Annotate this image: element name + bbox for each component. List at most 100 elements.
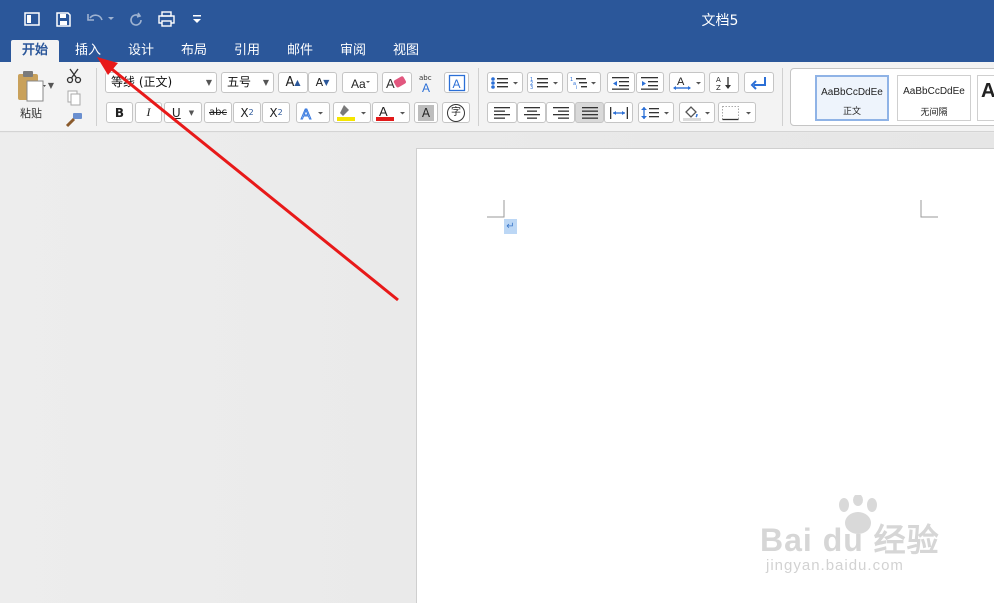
style-sample: AaBbCcDdEe [903, 86, 965, 97]
tab-references[interactable]: 引用 [225, 40, 269, 62]
subscript-button[interactable]: X2 [233, 102, 261, 123]
change-case-button[interactable]: Aa [342, 72, 378, 93]
font-color-button[interactable]: A [372, 102, 410, 123]
character-shading-button[interactable]: A [414, 102, 438, 123]
tab-view[interactable]: 视图 [384, 40, 428, 62]
svg-text:A: A [716, 76, 721, 84]
paragraph-shading-button[interactable] [679, 102, 715, 123]
svg-text:A: A [422, 81, 430, 93]
strikethrough-button[interactable]: abc [204, 102, 232, 123]
tab-layout[interactable]: 布局 [172, 40, 216, 62]
style-sample: A [981, 80, 994, 103]
style-name: 正文 [842, 107, 861, 117]
bold-button[interactable]: B [106, 102, 133, 123]
enclose-characters-button[interactable]: 字 [442, 102, 470, 123]
svg-text:A: A [301, 106, 311, 121]
bullets-button[interactable] [487, 72, 523, 93]
tab-design[interactable]: 设计 [119, 40, 163, 62]
highlight-color-button[interactable] [333, 102, 371, 123]
superscript-button[interactable]: X2 [262, 102, 290, 123]
save-icon[interactable] [53, 9, 73, 29]
style-sample: AaBbCcDdEe [821, 87, 883, 98]
superscript-letter: X [269, 105, 278, 120]
font-name-value: 等线 (正文) [111, 75, 173, 89]
tab-mailings[interactable]: 邮件 [278, 40, 322, 62]
align-left-button[interactable] [487, 102, 517, 123]
customize-toolbar-icon[interactable] [190, 9, 204, 29]
ribbon: ▼ 粘贴 等线 (正文) ▼ 五号 ▼ A ▲ A ▼ Aa A abc A A B I … [0, 62, 994, 132]
copy-icon[interactable] [63, 88, 85, 108]
crop-mark-top-left [487, 200, 505, 218]
chevron-down-icon: ▼ [205, 78, 212, 87]
paste-dropdown-icon[interactable]: ▼ [46, 80, 56, 90]
crop-mark-top-right [920, 200, 938, 218]
format-painter-icon[interactable] [63, 110, 85, 130]
font-color-letter-icon: A [379, 104, 388, 119]
style-normal[interactable]: AaBbCcDdEe 正文 [815, 75, 889, 121]
tab-insert[interactable]: 插入 [66, 40, 110, 62]
watermark: Bai du 经验 jingyan.baidu.com [760, 495, 960, 585]
character-border-button[interactable]: A [444, 72, 469, 93]
tab-review[interactable]: 审阅 [331, 40, 375, 62]
group-separator [478, 68, 479, 126]
numbering-button[interactable]: 123 [527, 72, 563, 93]
style-no-spacing[interactable]: AaBbCcDdEe 无间隔 [897, 75, 971, 121]
italic-button[interactable]: I [135, 102, 162, 123]
svg-text:A: A [452, 77, 460, 91]
style-heading[interactable]: A [977, 75, 994, 121]
styles-gallery: AaBbCcDdEe 正文 AaBbCcDdEe 无间隔 A [790, 68, 994, 126]
show-formatting-marks-button[interactable] [744, 72, 774, 93]
watermark-url: jingyan.baidu.com [766, 557, 904, 574]
enclose-char: 字 [447, 103, 465, 122]
align-right-button[interactable] [546, 102, 575, 123]
grow-font-button[interactable]: A ▲ [278, 72, 308, 93]
clear-formatting-button[interactable]: A [382, 72, 412, 93]
subscript-index: 2 [248, 108, 254, 117]
highlight-color-swatch [337, 116, 355, 121]
font-size-select[interactable]: 五号 ▼ [221, 72, 274, 93]
svg-text:i: i [576, 85, 577, 90]
increase-indent-button[interactable] [636, 72, 664, 93]
watermark-brand: Bai du 经验 [760, 522, 940, 558]
print-icon[interactable] [156, 9, 176, 29]
ribbon-tabs: 开始 插入 设计 布局 引用 邮件 审阅 视图 [0, 40, 994, 62]
clear-letter-icon: A [386, 76, 395, 91]
multilevel-list-button[interactable]: 1ai [567, 72, 601, 93]
justify-button[interactable] [575, 102, 604, 123]
cut-icon[interactable] [63, 66, 85, 86]
undo-icon[interactable] [84, 9, 116, 29]
title-bar: 文档5 [0, 0, 994, 40]
svg-text:A: A [677, 76, 685, 88]
chevron-down-icon: ▼ [262, 78, 269, 87]
sidebar-toggle-icon[interactable] [22, 9, 42, 29]
font-name-select[interactable]: 等线 (正文) ▼ [105, 72, 217, 93]
group-separator [96, 68, 97, 126]
shrink-font-button[interactable]: A ▼ [308, 72, 337, 93]
svg-text:Aa: Aa [351, 77, 366, 90]
style-name: 无间隔 [920, 108, 948, 118]
font-size-value: 五号 [227, 75, 252, 89]
text-effects-button[interactable]: A [296, 102, 330, 123]
paragraph-mark-icon[interactable]: ↵ [504, 219, 517, 234]
underline-button[interactable]: U ▼ [164, 102, 202, 123]
borders-button[interactable] [718, 102, 756, 123]
svg-text:Z: Z [716, 84, 721, 91]
shading-letter: A [418, 104, 434, 121]
group-separator [782, 68, 783, 126]
asian-layout-button[interactable]: A [669, 72, 705, 93]
chevron-down-icon: ▼ [188, 108, 195, 117]
phonetic-guide-button[interactable]: abc A [413, 72, 441, 93]
document-title: 文档5 [701, 13, 739, 29]
tab-home[interactable]: 开始 [11, 40, 59, 62]
decrease-indent-button[interactable] [607, 72, 635, 93]
superscript-index: 2 [277, 108, 283, 117]
align-center-button[interactable] [517, 102, 546, 123]
line-spacing-button[interactable] [638, 102, 674, 123]
distributed-button[interactable] [604, 102, 633, 123]
subscript-letter: X [240, 105, 249, 120]
redo-icon[interactable] [126, 9, 146, 29]
sort-button[interactable]: AZ [709, 72, 739, 93]
svg-text:3: 3 [530, 85, 533, 90]
underline-letter: U [171, 105, 181, 120]
font-color-swatch [376, 116, 394, 121]
